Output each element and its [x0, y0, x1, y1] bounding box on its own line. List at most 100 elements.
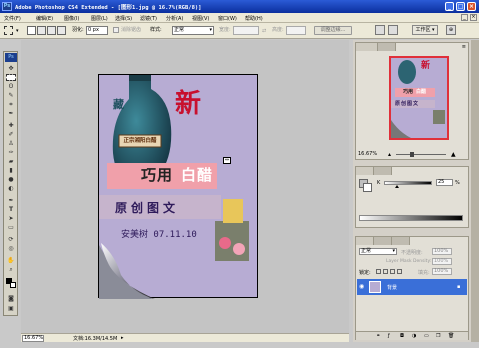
brushes-palette-icon[interactable]	[375, 25, 385, 35]
tab-swatches[interactable]	[374, 167, 392, 175]
transform-indicator: ⇔	[223, 157, 231, 164]
add-to-selection-icon[interactable]	[37, 26, 46, 35]
screen-mode-icon[interactable]: ▣	[6, 305, 16, 312]
quick-mask-icon[interactable]: ◙	[6, 295, 16, 302]
brush-tool-icon[interactable]: ✐	[6, 131, 16, 138]
tab-navigator[interactable]	[356, 43, 378, 51]
color-ramp[interactable]	[359, 215, 463, 221]
navigator-thumbnail[interactable]: 新 巧用 白醋 原创图文	[389, 56, 449, 140]
lock-image-icon[interactable]	[383, 269, 388, 274]
zoom-slider-track[interactable]	[396, 154, 446, 155]
eraser-tool-icon[interactable]: ▰	[6, 158, 16, 165]
document-size-info[interactable]: 文档:16.3M/14.5M	[73, 335, 117, 342]
blur-tool-icon[interactable]: ●	[6, 176, 16, 183]
menu-bar: 文件(F) 编辑(E) 图像(I) 图层(L) 选择(S) 滤镜(T) 分析(A…	[0, 13, 479, 23]
lasso-tool-icon[interactable]: ʘ	[6, 83, 16, 90]
add-mask-icon[interactable]: ◘	[400, 333, 404, 339]
menu-help[interactable]: 帮助(H)	[245, 15, 263, 22]
mask-density-input[interactable]: 100%	[432, 258, 452, 265]
new-group-icon[interactable]: ▭	[424, 333, 429, 339]
tab-color[interactable]	[356, 167, 374, 175]
eyedropper-icon[interactable]: ✒	[6, 110, 16, 117]
menu-image[interactable]: 图像(I)	[64, 15, 79, 22]
minimize-button[interactable]: _	[445, 2, 454, 11]
color-background-swatch[interactable]	[363, 183, 372, 192]
move-tool-icon[interactable]: ✥	[6, 65, 16, 72]
new-selection-icon[interactable]	[27, 26, 36, 35]
intersect-selection-icon[interactable]	[57, 26, 66, 35]
lock-transparent-icon[interactable]	[376, 269, 381, 274]
tab-channels[interactable]	[374, 237, 392, 245]
style-select[interactable]: 正常 ▾	[172, 26, 214, 35]
gray-slider-thumb[interactable]	[395, 185, 399, 188]
menu-analysis[interactable]: 分析(A)	[166, 15, 183, 22]
background-color-swatch[interactable]	[10, 282, 16, 288]
chevron-down-icon[interactable]: ▾	[16, 28, 19, 34]
zoom-field[interactable]: 16.67%	[22, 335, 44, 342]
path-selection-icon[interactable]: ➤	[6, 215, 16, 222]
panel-menu-icon[interactable]: ≡	[462, 44, 466, 50]
healing-brush-icon[interactable]: ✚	[6, 122, 16, 129]
quick-selection-icon[interactable]: ✎	[6, 92, 16, 99]
menu-layer[interactable]: 图层(L)	[91, 15, 108, 22]
tab-paths[interactable]	[392, 237, 410, 245]
hand-tool-icon[interactable]: ✋	[6, 257, 16, 264]
crop-tool-icon[interactable]: ⌗	[6, 101, 16, 108]
gray-slider-ramp[interactable]	[384, 181, 432, 188]
doc-close-button[interactable]: ×	[470, 14, 477, 21]
subtract-selection-icon[interactable]	[47, 26, 56, 35]
workspace-icon[interactable]	[388, 25, 398, 35]
menu-view[interactable]: 视图(V)	[192, 15, 209, 22]
link-layers-icon[interactable]: ⚭	[376, 333, 380, 339]
opacity-input[interactable]: 100%	[432, 248, 452, 255]
height-input[interactable]	[286, 26, 306, 35]
swap-dimensions-icon[interactable]: ⇄	[262, 28, 266, 34]
layer-style-icon[interactable]: ƒ	[388, 333, 390, 339]
delete-layer-icon[interactable]: 🗑	[448, 333, 454, 339]
options-menu-icon[interactable]: ⊕	[446, 25, 456, 35]
3d-orbit-icon[interactable]: ◎	[6, 245, 16, 252]
menu-filter[interactable]: 滤镜(T)	[140, 15, 157, 22]
type-tool-icon[interactable]: T	[6, 206, 16, 213]
new-layer-icon[interactable]: ❐	[436, 333, 440, 339]
menu-file[interactable]: 文件(F)	[4, 15, 21, 22]
marquee-tool-icon[interactable]	[6, 74, 16, 81]
refine-edge-button[interactable]: 调整边缘...	[314, 26, 352, 35]
clone-stamp-icon[interactable]: ♙	[6, 140, 16, 147]
blend-mode-select[interactable]: 正常 ▾	[359, 248, 397, 255]
menu-edit[interactable]: 编辑(E)	[36, 15, 53, 22]
3d-rotate-icon[interactable]: ⟳	[6, 236, 16, 243]
zoom-tool-icon[interactable]: ⌕	[6, 266, 16, 273]
shape-tool-icon[interactable]: ▭	[6, 224, 16, 231]
pen-tool-icon[interactable]: ✒	[6, 197, 16, 204]
adjustment-layer-icon[interactable]: ◑	[412, 333, 416, 339]
antialias-checkbox[interactable]	[113, 27, 119, 33]
close-button[interactable]: ×	[467, 2, 476, 11]
marquee-tool-preset-icon[interactable]	[4, 26, 13, 35]
navigator-zoom-value[interactable]: 16.67%	[358, 151, 377, 157]
document-canvas[interactable]: 藏 新 正宗湘阳白醋 巧用 白醋 原创图文 安美树 07.11.10 ⇔	[98, 74, 258, 299]
lock-all-icon[interactable]	[397, 269, 402, 274]
dodge-tool-icon[interactable]: ◐	[6, 185, 16, 192]
history-brush-icon[interactable]: ✑	[6, 149, 16, 156]
maximize-button[interactable]: □	[456, 2, 465, 11]
feather-input[interactable]: 0 px	[86, 26, 108, 35]
fill-input[interactable]: 100%	[432, 268, 452, 275]
tab-histogram[interactable]	[378, 43, 396, 51]
gradient-tool-icon[interactable]: ▮	[6, 167, 16, 174]
zoom-out-icon[interactable]: ▴	[388, 152, 391, 158]
zoom-slider-thumb[interactable]	[410, 152, 414, 157]
gray-value-input[interactable]: 25	[436, 179, 453, 186]
menu-select[interactable]: 选择(S)	[115, 15, 132, 22]
tab-layers[interactable]	[356, 237, 374, 245]
width-input[interactable]	[233, 26, 259, 35]
status-menu-arrow-icon[interactable]: ▸	[121, 335, 124, 341]
lock-position-icon[interactable]	[390, 269, 395, 274]
visibility-eye-icon[interactable]: ◉	[359, 283, 364, 290]
menu-window[interactable]: 窗口(W)	[218, 15, 237, 22]
doc-minimize-button[interactable]: _	[461, 14, 468, 21]
zoom-in-icon[interactable]: ▲	[451, 152, 456, 158]
layer-row-background[interactable]: ◉ 背景 ▪	[357, 279, 467, 295]
layers-footer: ⚭ ƒ ◘ ◑ ▭ ❐ 🗑	[356, 331, 468, 340]
workspace-switcher[interactable]: 工作区 ▾	[412, 25, 438, 35]
